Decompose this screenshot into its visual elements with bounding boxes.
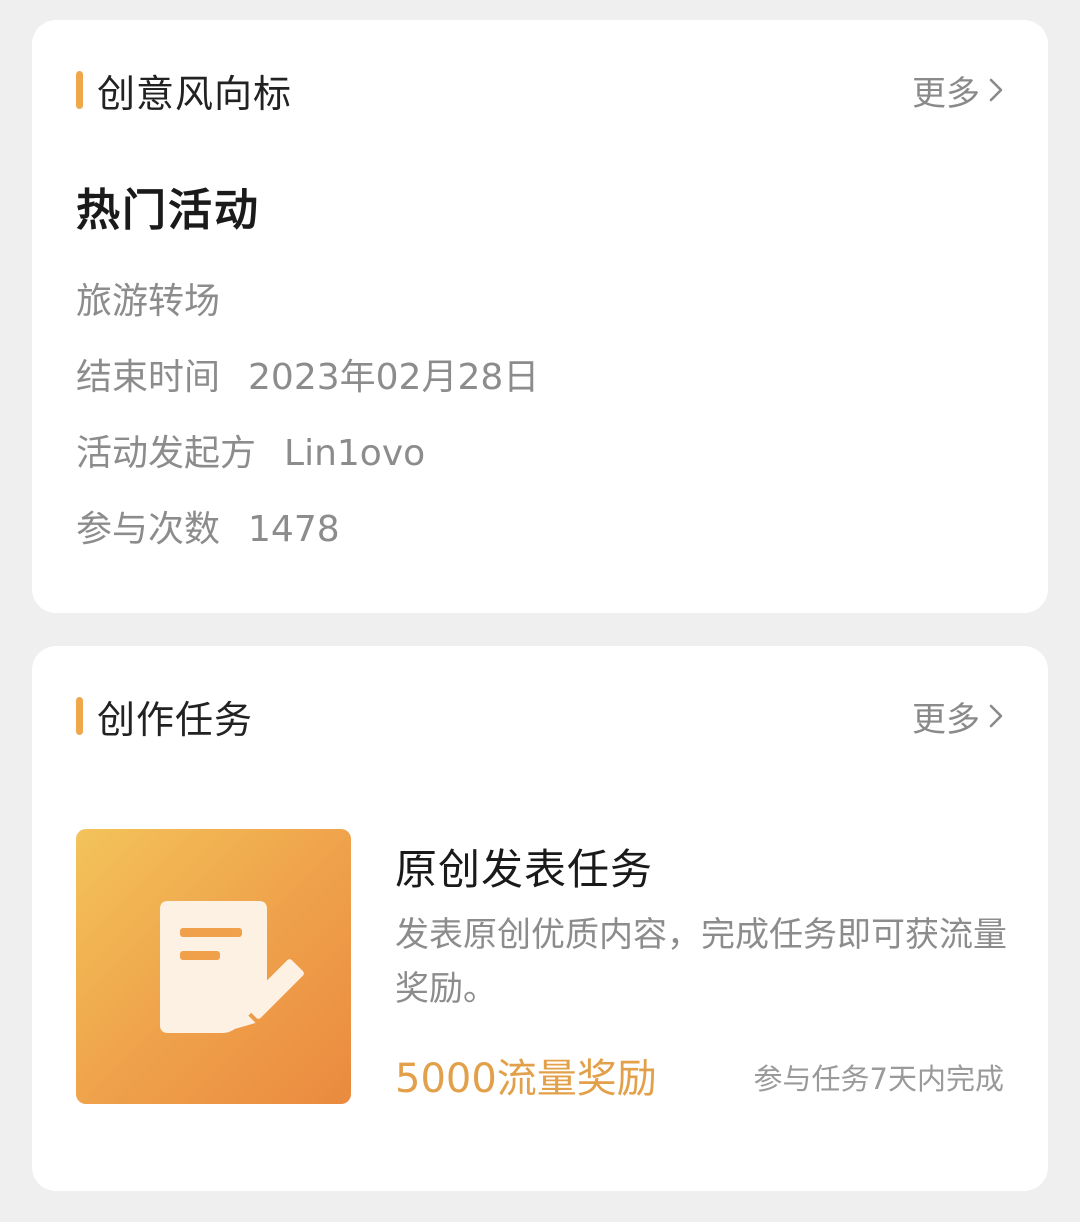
trend-more-button[interactable]: 更多 — [912, 66, 1004, 115]
chevron-right-icon — [989, 704, 1003, 728]
sponsor-row: 活动发起方 Lin1ovo — [76, 424, 425, 476]
end-time-value: 2023年02月28日 — [248, 357, 540, 398]
task-title[interactable]: 原创发表任务 — [395, 836, 653, 897]
end-time-label: 结束时间 — [76, 357, 221, 398]
hot-activity-title: 热门活动 — [76, 185, 260, 236]
task-section-header: 创作任务 更多 — [76, 686, 1004, 746]
trend-more-label: 更多 — [912, 73, 980, 114]
participation-row: 参与次数 1478 — [76, 500, 340, 552]
task-deadline: 参与任务7天内完成 — [753, 1062, 1004, 1096]
task-card: 创作任务 更多 原创发表任务 发表原创优质内容，完成任务即可获流量奖励。 500… — [32, 646, 1048, 1191]
task-more-button[interactable]: 更多 — [912, 692, 1004, 741]
activity-name[interactable]: 旅游转场 — [76, 272, 220, 324]
accent-bar — [76, 697, 83, 735]
task-title-wrap: 创作任务 — [76, 689, 253, 744]
trend-card: 创意风向标 更多 热门活动 旅游转场 结束时间 2023年02月28日 活动发起方… — [32, 20, 1048, 613]
end-time-row: 结束时间 2023年02月28日 — [76, 348, 539, 400]
sponsor-label: 活动发起方 — [76, 433, 257, 474]
task-reward: 5000流量奖励 — [395, 1056, 657, 1102]
task-section-title: 创作任务 — [97, 697, 254, 742]
participation-label: 参与次数 — [76, 509, 221, 550]
sponsor-value: Lin1ovo — [284, 433, 426, 474]
accent-bar — [76, 71, 83, 109]
trend-section-title: 创意风向标 — [97, 71, 293, 116]
task-thumbnail[interactable] — [76, 829, 351, 1104]
chevron-right-icon — [989, 78, 1003, 102]
trend-title-wrap: 创意风向标 — [76, 63, 292, 118]
task-description: 发表原创优质内容，完成任务即可获流量奖励。 — [395, 915, 1007, 1009]
document-edit-icon — [160, 901, 304, 1033]
participation-value: 1478 — [248, 509, 340, 550]
trend-section-header: 创意风向标 更多 — [76, 60, 1004, 120]
task-more-label: 更多 — [912, 699, 980, 740]
